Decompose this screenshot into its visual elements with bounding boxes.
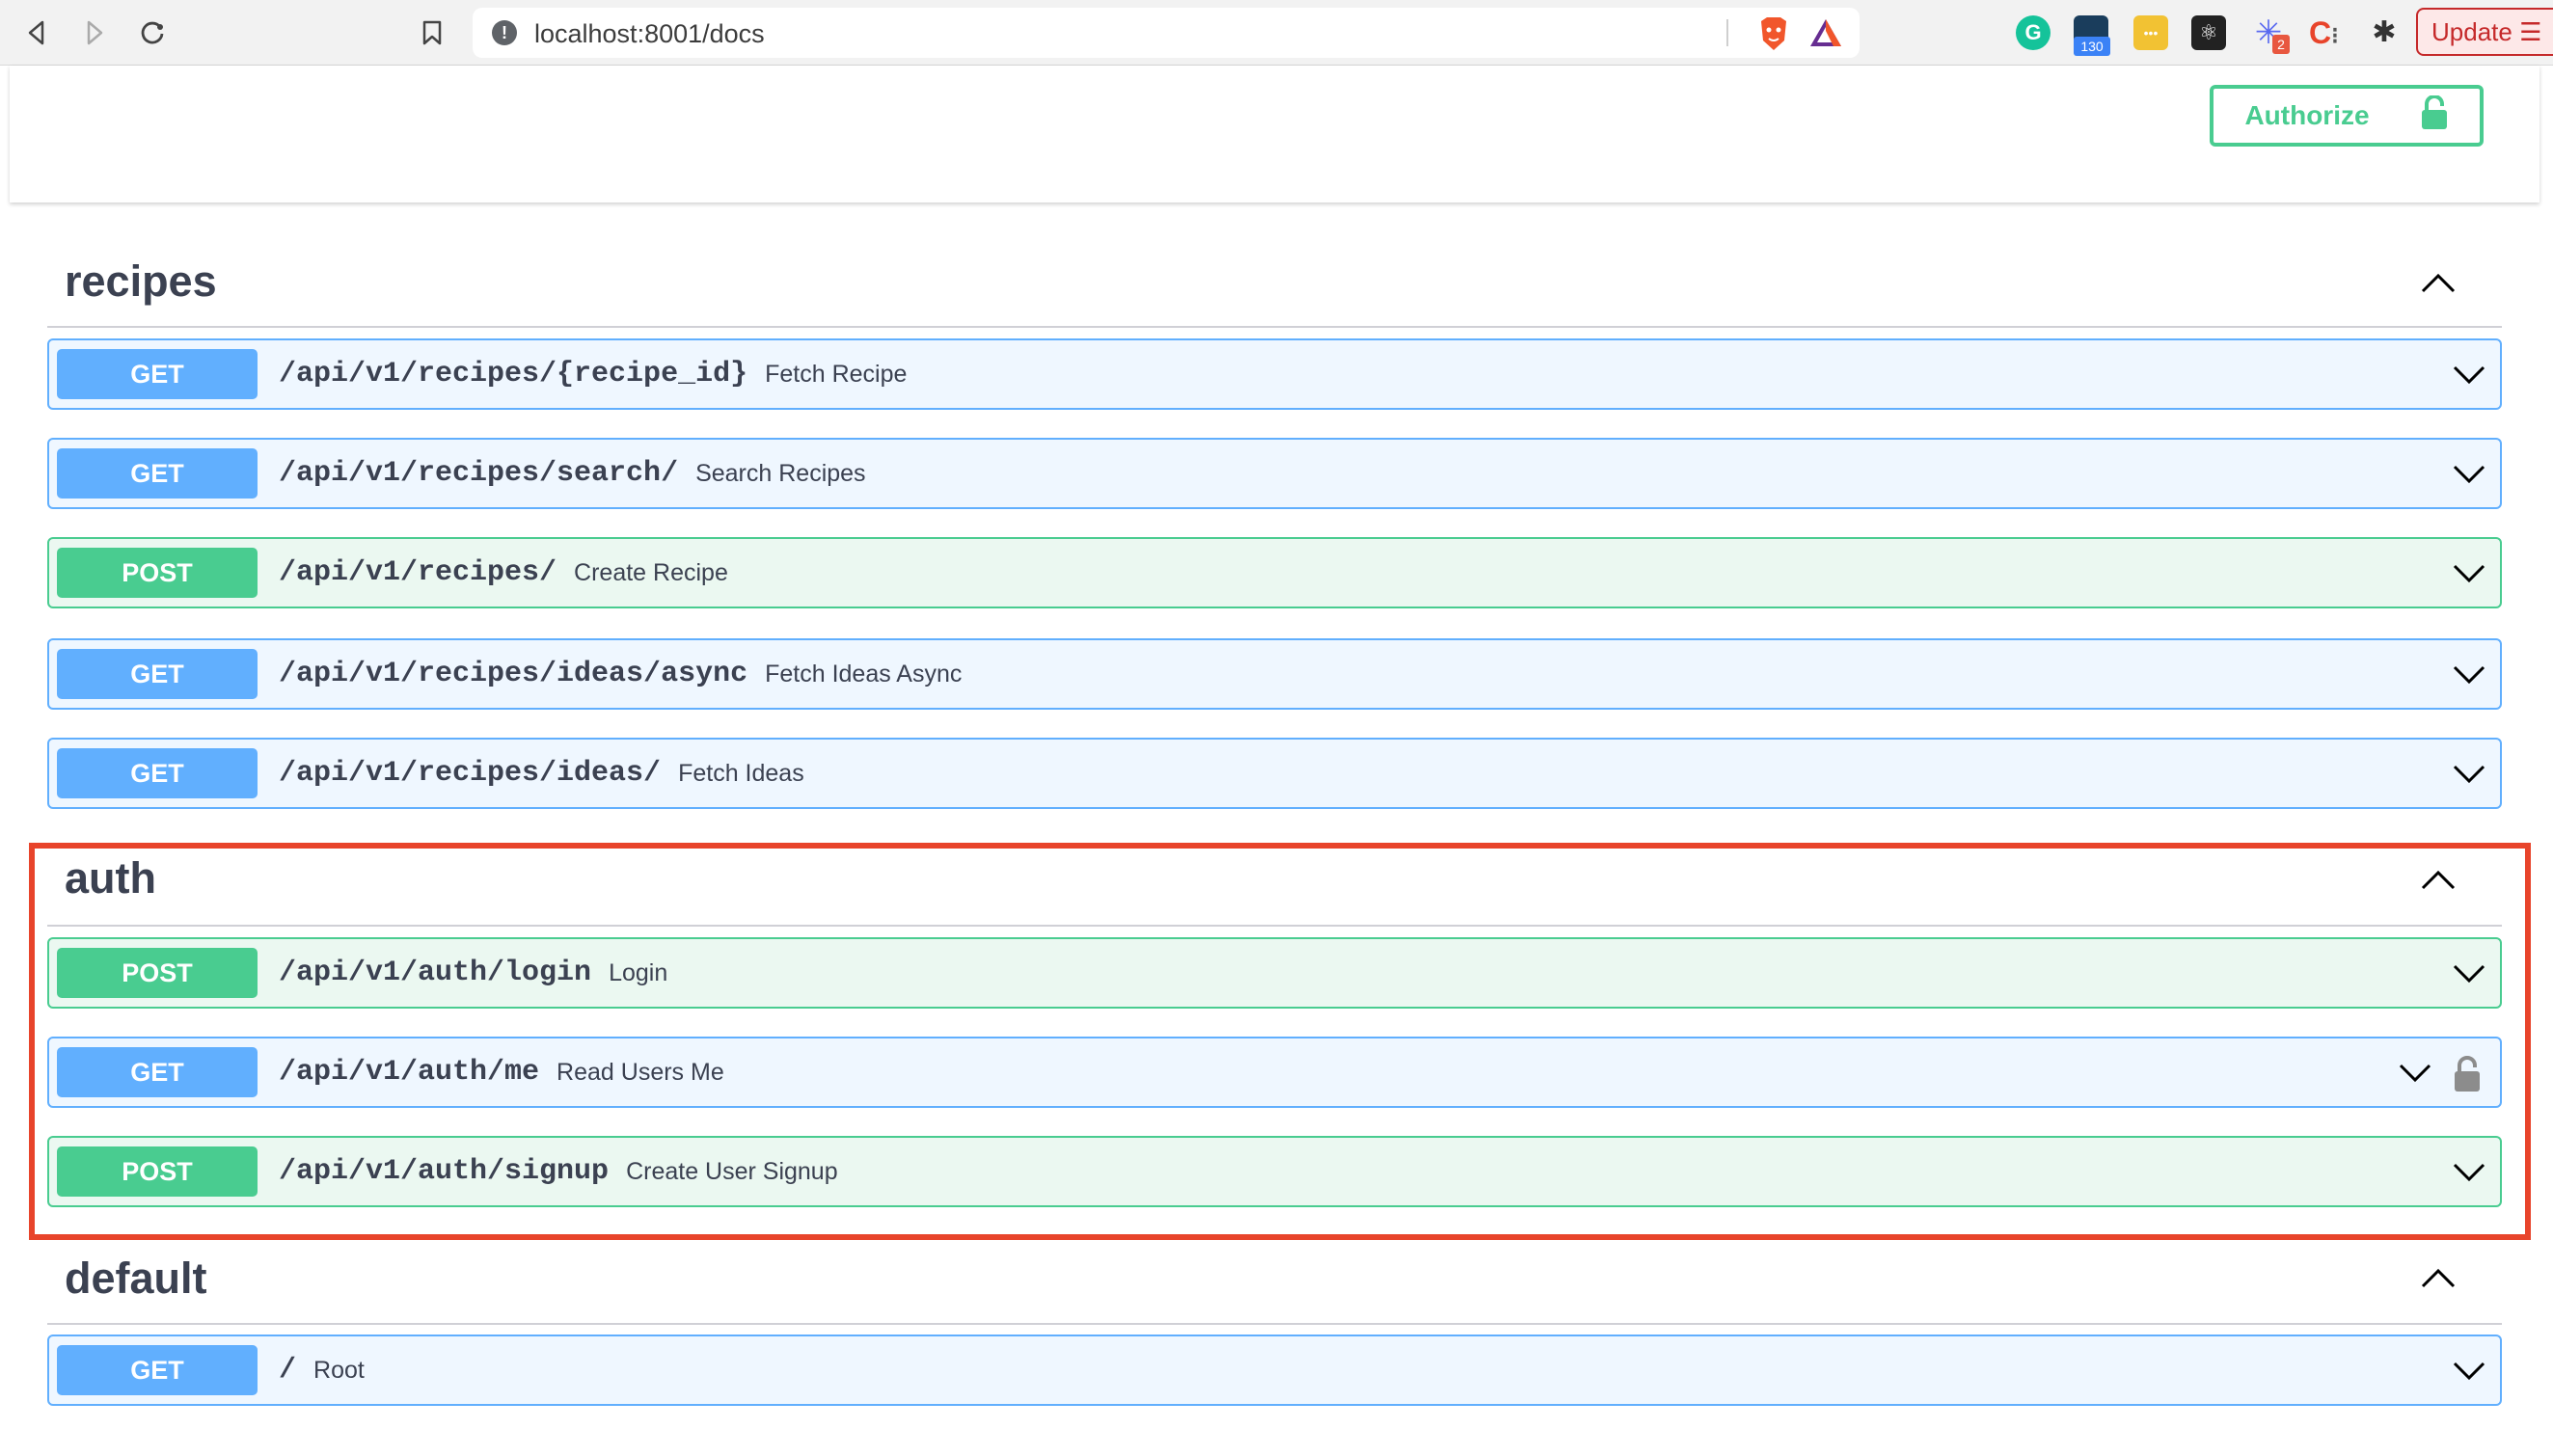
back-icon[interactable] <box>17 13 56 52</box>
operation-path: /api/v1/recipes/{recipe_id} <box>279 358 748 391</box>
operation-path: /api/v1/recipes/ <box>279 556 557 589</box>
operation-path: /api/v1/recipes/ideas/async <box>279 658 748 690</box>
unlocked-icon[interactable] <box>2452 1056 2483 1092</box>
operation-summary: Fetch Ideas <box>678 759 804 787</box>
reload-icon[interactable] <box>133 13 172 52</box>
method-badge: GET <box>57 649 258 699</box>
operation-path: /api/v1/recipes/search/ <box>279 457 679 490</box>
method-badge: GET <box>57 748 258 798</box>
site-info-icon[interactable]: ! <box>492 20 517 45</box>
extensions-puzzle-icon[interactable]: ✱ <box>2367 15 2402 50</box>
section-divider <box>47 326 2502 328</box>
method-badge: POST <box>57 548 258 598</box>
chevron-down-icon[interactable] <box>2452 661 2486 688</box>
operation-row[interactable]: POST /api/v1/auth/signup Create User Sig… <box>47 1136 2502 1207</box>
chevron-up-icon[interactable] <box>2419 1263 2458 1292</box>
operation-summary: Fetch Ideas Async <box>765 660 963 688</box>
authorize-button[interactable]: Authorize <box>2210 85 2484 147</box>
authorize-label: Authorize <box>2244 100 2370 130</box>
extension-star-badge: 2 <box>2272 35 2290 54</box>
operation-path: /api/v1/recipes/ideas/ <box>279 757 662 790</box>
url-divider <box>1726 19 1728 46</box>
address-bar[interactable]: ! localhost:8001/docs <box>473 8 1860 58</box>
operation-path: /api/v1/auth/login <box>279 957 592 989</box>
operation-row[interactable]: GET /api/v1/recipes/{recipe_id} Fetch Re… <box>47 338 2502 410</box>
chevron-down-icon[interactable] <box>2452 362 2486 389</box>
section-divider <box>47 1323 2502 1325</box>
method-badge: POST <box>57 1146 258 1197</box>
operation-row[interactable]: POST /api/v1/recipes/ Create Recipe <box>47 537 2502 608</box>
method-badge: POST <box>57 948 258 998</box>
tag-title-default[interactable]: default <box>65 1254 207 1304</box>
operation-summary: Login <box>609 958 668 986</box>
operation-summary: Fetch Recipe <box>765 360 908 388</box>
chevron-down-icon[interactable] <box>2452 1358 2486 1385</box>
operation-path: /api/v1/auth/signup <box>279 1155 610 1188</box>
operation-row[interactable]: GET /api/v1/recipes/ideas/ Fetch Ideas <box>47 738 2502 809</box>
update-button[interactable]: Update ☰ <box>2416 8 2553 56</box>
api-info-panel <box>10 66 2539 202</box>
operation-summary: Create User Signup <box>626 1157 838 1185</box>
grammarly-icon[interactable]: G <box>2016 15 2051 50</box>
extension-star-icon[interactable]: ✳ 2 <box>2251 15 2290 54</box>
update-label: Update <box>2431 17 2512 46</box>
method-badge: GET <box>57 1047 258 1097</box>
tag-title-recipes[interactable]: recipes <box>65 256 217 307</box>
operation-summary: Root <box>313 1356 365 1384</box>
chevron-down-icon[interactable] <box>2452 1159 2486 1186</box>
chevron-down-icon[interactable] <box>2452 560 2486 587</box>
chevron-down-icon[interactable] <box>2452 761 2486 788</box>
operation-row[interactable]: GET / Root <box>47 1335 2502 1406</box>
method-badge: GET <box>57 1345 258 1395</box>
operation-row[interactable]: GET /api/v1/auth/me Read Users Me <box>47 1037 2502 1108</box>
operation-path: / <box>279 1354 297 1387</box>
lastpass-icon[interactable]: ••• <box>2133 15 2168 50</box>
url-text[interactable]: localhost:8001/docs <box>534 19 765 49</box>
chevron-down-icon[interactable] <box>2398 1060 2432 1087</box>
brave-rewards-icon[interactable] <box>1808 17 1843 53</box>
brave-shields-icon[interactable] <box>1757 15 1790 57</box>
operation-summary: Search Recipes <box>695 459 866 487</box>
chevron-down-icon[interactable] <box>2452 960 2486 987</box>
react-devtools-icon[interactable]: ⚛ <box>2191 15 2226 50</box>
chevron-up-icon[interactable] <box>2419 268 2458 297</box>
method-badge: GET <box>57 349 258 399</box>
extension-counter-badge: 130 <box>2074 37 2110 56</box>
browser-toolbar: ! localhost:8001/docs G 130 ••• ⚛ ✳ 2 C⁝… <box>0 0 2553 66</box>
extension-counter-icon[interactable]: 130 <box>2074 15 2110 56</box>
operation-row[interactable]: GET /api/v1/recipes/search/ Search Recip… <box>47 438 2502 509</box>
operation-row[interactable]: GET /api/v1/recipes/ideas/async Fetch Id… <box>47 638 2502 710</box>
extension-c-icon[interactable]: C⁝ <box>2309 15 2344 50</box>
tag-title-auth[interactable]: auth <box>65 853 156 903</box>
menu-icon: ☰ <box>2519 17 2542 46</box>
forward-icon[interactable] <box>75 13 114 52</box>
section-divider <box>47 925 2502 927</box>
bookmark-icon[interactable] <box>413 13 451 52</box>
operation-path: /api/v1/auth/me <box>279 1056 540 1089</box>
unlocked-icon <box>2420 94 2449 137</box>
operation-summary: Create Recipe <box>574 558 728 586</box>
chevron-up-icon[interactable] <box>2419 865 2458 894</box>
operation-summary: Read Users Me <box>557 1058 724 1086</box>
operation-row[interactable]: POST /api/v1/auth/login Login <box>47 937 2502 1009</box>
method-badge: GET <box>57 448 258 499</box>
chevron-down-icon[interactable] <box>2452 461 2486 488</box>
